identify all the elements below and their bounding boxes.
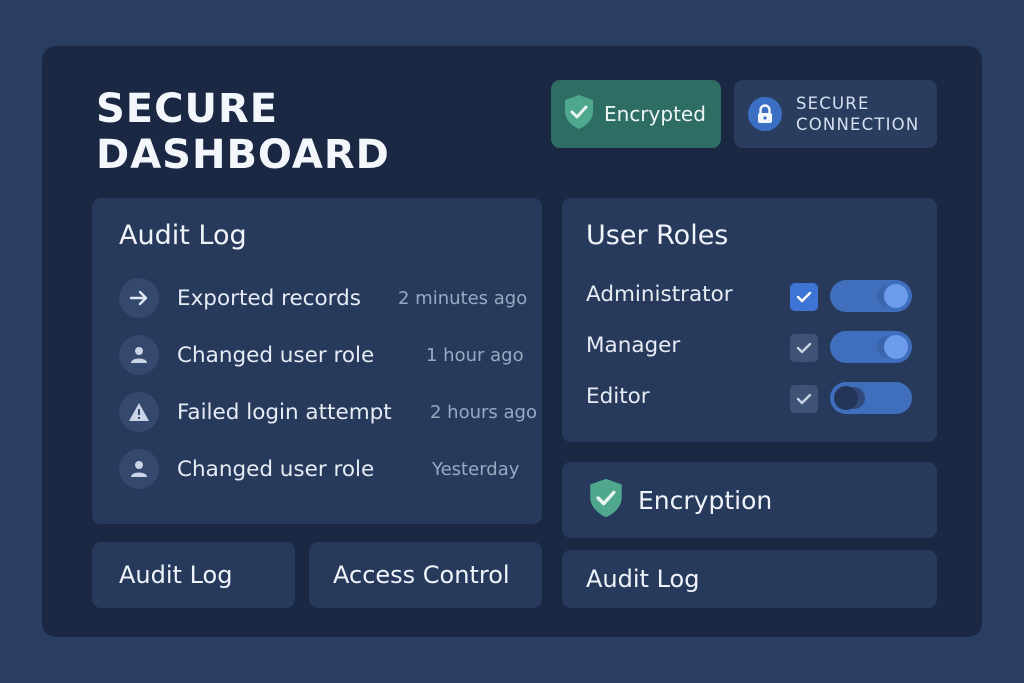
audit-log-entry-time: Yesterday <box>432 458 520 480</box>
page-title: SECURE DASHBOARD <box>96 86 390 178</box>
role-toggle[interactable] <box>830 331 912 363</box>
encrypted-badge-label: Encrypted <box>604 102 706 126</box>
secure-connection-badge: SECURE CONNECTION <box>734 80 937 148</box>
audit-log-title: Audit Log <box>119 220 247 251</box>
encryption-card[interactable]: Encryption <box>562 462 937 538</box>
role-row-administrator: Administrator <box>586 280 916 312</box>
audit-log-card-right[interactable]: Audit Log <box>562 550 937 608</box>
encrypted-badge: Encrypted <box>551 80 721 148</box>
role-label: Manager <box>586 333 681 358</box>
audit-log-entry-time: 2 hours ago <box>430 401 537 423</box>
role-toggle[interactable] <box>830 382 912 414</box>
role-checkbox[interactable] <box>790 385 818 413</box>
toggle-knob <box>884 284 908 308</box>
audit-log-entry-text: Changed user role <box>177 342 375 368</box>
shield-check-icon <box>588 477 624 523</box>
check-icon <box>796 393 812 405</box>
role-checkbox[interactable] <box>790 283 818 311</box>
page-title-line1: SECURE <box>96 86 279 132</box>
secure-connection-line1: SECURE <box>796 94 870 113</box>
audit-log-entry-text: Failed login attempt <box>177 399 392 425</box>
audit-log-card[interactable]: Audit Log <box>92 542 295 608</box>
audit-log-entry[interactable]: Changed user role Yesterday <box>119 449 539 489</box>
role-checkbox[interactable] <box>790 334 818 362</box>
user-roles-panel: User Roles Administrator Manager Editor <box>562 198 937 442</box>
audit-log-entry-time: 1 hour ago <box>426 344 524 366</box>
toggle-knob <box>834 386 858 410</box>
audit-log-entry[interactable]: Failed login attempt 2 hours ago <box>119 392 539 432</box>
lock-icon <box>748 97 782 131</box>
shield-check-icon <box>563 94 595 134</box>
check-icon <box>796 291 812 303</box>
audit-log-panel: Audit Log Exported records 2 minutes ago… <box>92 198 542 524</box>
role-label: Editor <box>586 384 650 409</box>
user-icon <box>119 335 159 375</box>
check-icon <box>796 342 812 354</box>
page-title-line2: DASHBOARD <box>96 132 390 178</box>
warning-icon <box>119 392 159 432</box>
role-label: Administrator <box>586 282 733 307</box>
role-row-editor: Editor <box>586 382 916 414</box>
audit-log-card-label: Audit Log <box>119 561 233 589</box>
arrow-right-icon <box>119 278 159 318</box>
user-icon <box>119 449 159 489</box>
encryption-card-label: Encryption <box>638 485 773 515</box>
role-row-manager: Manager <box>586 331 916 363</box>
secure-connection-line2: CONNECTION <box>796 115 920 134</box>
audit-log-entry-text: Exported records <box>177 285 361 311</box>
audit-log-entry[interactable]: Changed user role 1 hour ago <box>119 335 539 375</box>
access-control-card[interactable]: Access Control <box>309 542 542 608</box>
access-control-card-label: Access Control <box>333 561 510 589</box>
audit-log-entry[interactable]: Exported records 2 minutes ago <box>119 278 539 318</box>
secure-connection-label: SECURE CONNECTION <box>796 93 919 135</box>
user-roles-title: User Roles <box>586 220 729 251</box>
audit-log-entry-time: 2 minutes ago <box>398 287 528 309</box>
audit-log-entry-text: Changed user role <box>177 456 375 482</box>
toggle-knob <box>884 335 908 359</box>
audit-log-card-right-label: Audit Log <box>586 565 700 593</box>
role-toggle[interactable] <box>830 280 912 312</box>
